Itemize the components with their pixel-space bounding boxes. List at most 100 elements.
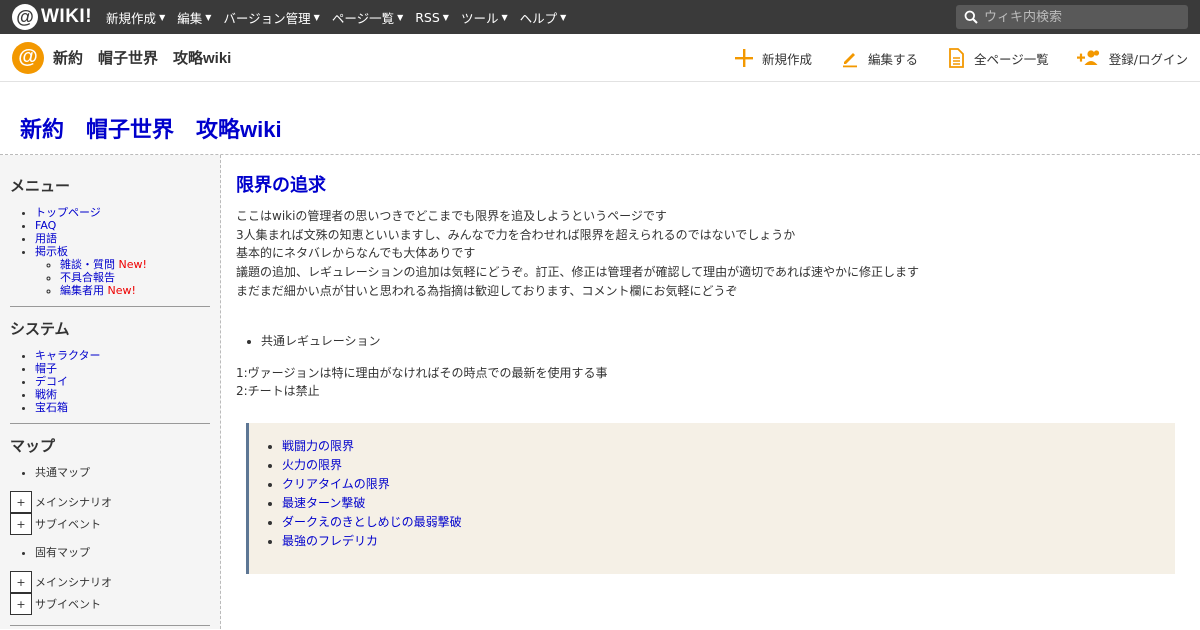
- sidebar: メニュー トップページ FAQ 用語 掲示板 雑談・質問 New! 不具合報告 …: [0, 155, 221, 629]
- page-heading: 限界の追求: [236, 175, 326, 195]
- nav-label: 編集: [177, 10, 203, 26]
- menu-link-glossary[interactable]: 用語: [35, 232, 57, 245]
- list-item: 雑談・質問 New!: [60, 258, 210, 271]
- system-link-decoy[interactable]: デコイ: [35, 375, 68, 388]
- caret-down-icon: ▼: [442, 12, 449, 22]
- action-label: 新規作成: [761, 51, 812, 67]
- common-main-scenario-row: + メインシナリオ: [10, 491, 210, 513]
- system-heading: システム: [10, 321, 70, 338]
- regulation-heading: 共通レギュレーション: [261, 332, 1175, 349]
- add-user-icon: [1076, 50, 1099, 65]
- menu-link-board[interactable]: 掲示板: [35, 245, 68, 258]
- caret-down-icon: ▼: [397, 12, 404, 22]
- menu-list: トップページ FAQ 用語 掲示板 雑談・質問 New! 不具合報告 編集者用 …: [10, 206, 210, 297]
- site-logo-icon[interactable]: @: [12, 41, 44, 74]
- nav-version-control[interactable]: バージョン管理 ▼: [223, 8, 319, 27]
- caret-down-icon: ▼: [205, 12, 212, 22]
- expand-toggle-button[interactable]: +: [10, 491, 32, 513]
- nav-rss[interactable]: RSS ▼: [415, 8, 449, 27]
- menu-link-top[interactable]: トップページ: [35, 206, 101, 219]
- menu-link-faq[interactable]: FAQ: [35, 219, 56, 232]
- new-badge: New!: [107, 284, 136, 297]
- topic-link-weakest-defeat[interactable]: ダークえのきとしめじの最弱撃破: [282, 515, 462, 529]
- menu-heading: メニュー: [10, 178, 71, 195]
- caret-down-icon: ▼: [560, 12, 567, 22]
- intro-text: ここはwikiの管理者の思いつきでどこまでも限界を追及しようというページです 3…: [236, 207, 1175, 301]
- document-icon: [949, 48, 964, 68]
- system-link-tactics[interactable]: 戦術: [35, 388, 57, 401]
- regulation-list: 共通レギュレーション: [236, 332, 1175, 349]
- site-header: @ 新約 帽子世界 攻略wiki 新規作成 編集する 全ページ一覧 登録/ログイ…: [0, 34, 1200, 82]
- topic-link-combat-power[interactable]: 戦闘力の限界: [282, 439, 354, 453]
- topic-link-fastest-turn[interactable]: 最速ターン撃破: [282, 496, 365, 510]
- caret-down-icon: ▼: [159, 12, 166, 22]
- unique-sub-event-row: + サブイベント: [10, 593, 210, 615]
- wiki-title-bar: 新約 帽子世界 攻略wiki: [0, 82, 1200, 155]
- nav-label: バージョン管理: [223, 10, 311, 26]
- nav-help[interactable]: ヘルプ ▼: [520, 8, 567, 27]
- common-map-list: 共通マップ: [10, 466, 210, 480]
- intro-line: まだまだ細かい点が甘いと思われる為指摘は歓迎しております、コメント欄にお気軽にど…: [236, 283, 738, 298]
- list-item: トップページ: [35, 206, 210, 219]
- system-link-characters[interactable]: キャラクター: [35, 349, 101, 362]
- toggle-label: メインシナリオ: [35, 576, 112, 589]
- topic-link-strongest-frederica[interactable]: 最強のフレデリカ: [282, 534, 378, 548]
- all-pages-button[interactable]: 全ページ一覧: [946, 48, 1049, 68]
- nav-page-list[interactable]: ページ一覧 ▼: [332, 8, 403, 27]
- atwiki-logo[interactable]: @ WIKI!: [12, 4, 92, 30]
- list-item: 用語: [35, 232, 210, 245]
- site-name[interactable]: 新約 帽子世界 攻略wiki: [53, 47, 231, 68]
- list-item: 最速ターン撃破: [282, 494, 1175, 513]
- expand-toggle-button[interactable]: +: [10, 571, 32, 593]
- list-item: 宝石箱: [35, 401, 210, 414]
- common-sub-event-row: + サブイベント: [10, 513, 210, 535]
- common-map-label: 共通マップ: [35, 466, 210, 480]
- intro-line: ここはwikiの管理者の思いつきでどこまでも限界を追及しようというページです: [236, 209, 667, 223]
- action-label: 編集する: [868, 51, 919, 67]
- list-item: 最強のフレデリカ: [282, 532, 1175, 551]
- board-link-chat[interactable]: 雑談・質問: [60, 258, 115, 271]
- list-item: 火力の限界: [282, 456, 1175, 475]
- toggle-label: メインシナリオ: [35, 496, 112, 509]
- board-link-editors[interactable]: 編集者用: [60, 284, 104, 297]
- system-link-hats[interactable]: 帽子: [35, 362, 57, 375]
- main-content: 限界の追求 ここはwikiの管理者の思いつきでどこまでも限界を追及しようというペ…: [221, 155, 1200, 629]
- register-login-button[interactable]: 登録/ログイン: [1076, 48, 1188, 68]
- search-icon[interactable]: [964, 10, 978, 24]
- rule-line: 1:ヴァージョンは特に理由がなければその時点での最新を使用する事: [236, 365, 608, 380]
- list-item: 戦闘力の限界: [282, 437, 1175, 456]
- edit-button[interactable]: 編集する: [840, 48, 918, 68]
- caret-down-icon: ▼: [501, 12, 508, 22]
- topic-link-clear-time[interactable]: クリアタイムの限界: [282, 477, 390, 491]
- nav-label: ヘルプ: [519, 10, 558, 26]
- unique-map-list: 固有マップ: [10, 546, 210, 560]
- nav-label: 新規作成: [106, 10, 157, 26]
- divider: [10, 423, 210, 424]
- system-link-gem-box[interactable]: 宝石箱: [35, 401, 68, 414]
- nav-edit[interactable]: 編集 ▼: [177, 8, 211, 27]
- list-item: 不具合報告: [60, 271, 210, 284]
- expand-toggle-button[interactable]: +: [10, 513, 32, 535]
- toggle-label: サブイベント: [35, 598, 101, 611]
- search-input[interactable]: [984, 9, 1174, 25]
- wiki-title[interactable]: 新約 帽子世界 攻略wiki: [20, 112, 282, 144]
- rule-line: 2:チートは禁止: [236, 384, 320, 399]
- caret-down-icon: ▼: [313, 12, 320, 22]
- system-list: キャラクター 帽子 デコイ 戦術 宝石箱: [10, 349, 210, 414]
- board-link-bugs[interactable]: 不具合報告: [60, 271, 115, 284]
- map-heading: マップ: [10, 438, 56, 455]
- intro-line: 3人集まれば文殊の知恵といいますし、みんなで力を合わせれば限界を超えられるのでは…: [236, 227, 796, 242]
- new-page-button[interactable]: 新規作成: [734, 48, 812, 68]
- nav-tools[interactable]: ツール ▼: [461, 8, 508, 27]
- topic-links: 戦闘力の限界 火力の限界 クリアタイムの限界 最速ターン撃破 ダークえのきとしめ…: [257, 437, 1175, 551]
- logo-mark-icon: @: [12, 4, 38, 30]
- action-label: 全ページ一覧: [974, 51, 1049, 67]
- topic-link-firepower[interactable]: 火力の限界: [282, 458, 342, 472]
- pencil-icon: [843, 53, 857, 68]
- content-area: メニュー トップページ FAQ 用語 掲示板 雑談・質問 New! 不具合報告 …: [0, 155, 1200, 629]
- nav-label: ページ一覧: [331, 10, 395, 26]
- unique-map-label: 固有マップ: [35, 546, 210, 560]
- list-item: 掲示板 雑談・質問 New! 不具合報告 編集者用 New!: [35, 245, 210, 297]
- nav-new-page[interactable]: 新規作成 ▼: [106, 8, 165, 27]
- expand-toggle-button[interactable]: +: [10, 593, 32, 615]
